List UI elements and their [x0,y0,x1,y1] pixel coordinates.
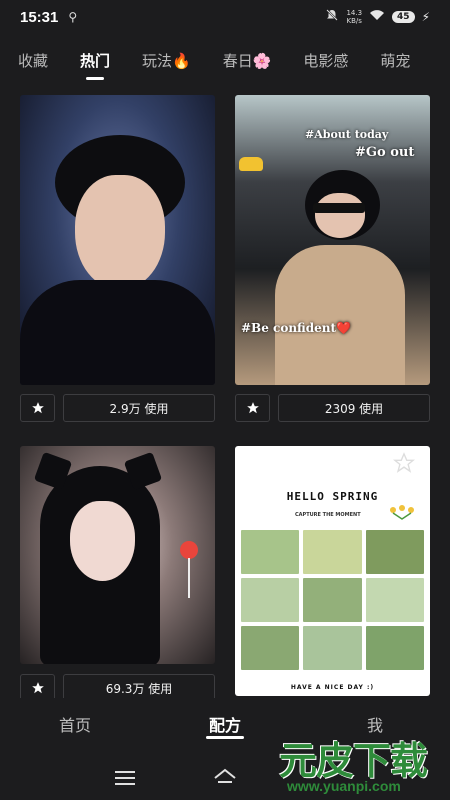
battery-level: 45 [392,11,415,23]
flower-icon [387,504,417,520]
collage-title: HELLO SPRING [286,490,379,503]
usage-count: 69.3万 使用 [105,681,173,696]
network-speed: 14.3 KB/s [346,9,362,25]
template-preview-image[interactable]: HELLO SPRING CAPTURE THE MOMENT HAVE A N… [235,446,430,696]
watermark-logo: 元皮下载 www.yuanpi.com [275,728,445,796]
tab-favorites[interactable]: 收藏 [18,50,48,71]
use-template-button[interactable]: 2.9万 使用 [63,394,215,422]
charging-icon: ⚡ [421,10,430,24]
tab-gameplay[interactable]: 玩法🔥 [142,50,191,71]
use-template-button[interactable]: 2309 使用 [278,394,430,422]
usage-count: 2.9万 使用 [109,401,169,416]
favorite-button[interactable] [235,394,270,422]
star-outline-icon [393,452,415,473]
nav-home[interactable]: 首页 [0,698,150,750]
collage-subtitle: CAPTURE THE MOMENT [295,512,361,518]
overlay-text-top: #About today [305,128,389,141]
status-icons: 14.3 KB/s 45 ⚡ [325,8,430,26]
star-icon [31,402,44,414]
wifi-icon [369,9,385,25]
overlay-text-middle: #Go out [355,145,415,160]
mute-icon [325,8,339,26]
usb-icon: ⚲ [68,10,78,24]
star-icon [31,682,44,694]
status-time: 15:31 [20,8,59,26]
menu-icon[interactable] [115,770,135,789]
tab-spring[interactable]: 春日🌸 [223,50,272,71]
collage-footer: HAVE A NICE DAY :) [290,684,375,691]
taxi-icon [239,157,263,171]
category-tabs: 收藏 热门 玩法🔥 春日🌸 电影感 萌宠 [0,40,450,80]
watermark-url: www.yuanpi.com [287,778,401,794]
tab-cinematic[interactable]: 电影感 [303,50,348,71]
favorite-button[interactable] [20,394,55,422]
status-bar: 15:31 ⚲ 14.3 KB/s 45 ⚡ [0,0,450,34]
template-preview-image[interactable] [20,95,215,385]
watermark-text: 元皮下载 [279,739,428,783]
usage-count: 2309 使用 [324,401,384,416]
template-preview-image[interactable] [20,446,215,664]
star-icon [246,402,259,414]
network-speed-value: 14.3 [346,9,363,17]
tab-pets[interactable]: 萌宠 [380,50,410,71]
overlay-text-bottom: #Be confident❤️ [241,321,352,335]
home-icon[interactable] [213,768,237,788]
photo-collage-grid [241,530,424,670]
tab-hot[interactable]: 热门 [80,50,110,80]
template-preview-image[interactable]: #About today #Go out #Be confident❤️ [235,95,430,385]
network-speed-unit: KB/s [346,17,362,25]
